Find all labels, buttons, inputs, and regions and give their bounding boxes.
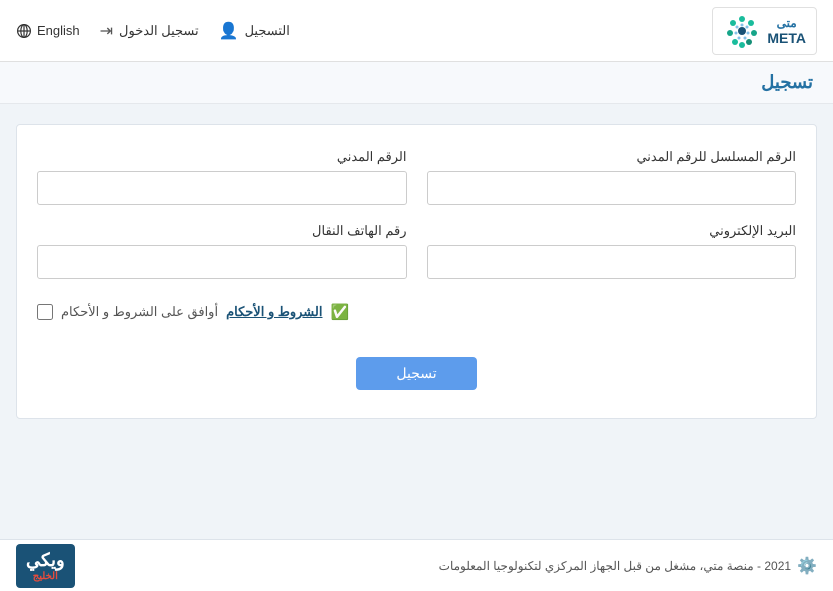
globe-icon xyxy=(16,23,32,39)
wiki-sub: الخليج xyxy=(33,571,58,582)
header: English تسجيل الدخول ⇥ التسجيل 👤 xyxy=(0,0,833,62)
civil-id-serial-input[interactable] xyxy=(427,171,797,205)
email-input[interactable] xyxy=(427,245,797,279)
page-title: تسجيل xyxy=(761,72,813,92)
copyright-text: 2021 - منصة متي، مشغل من قبل الجهاز المر… xyxy=(439,559,791,573)
footer: ويكي الخليج ⚙️ 2021 - منصة متي، مشغل من … xyxy=(0,539,833,591)
civil-id-group: الرقم المدني xyxy=(37,149,407,205)
submit-button[interactable]: تسجيل xyxy=(356,357,476,390)
checkmark-icon: ✅ xyxy=(330,303,349,321)
page-title-bar: تسجيل xyxy=(0,62,833,104)
footer-copyright: ⚙️ 2021 - منصة متي، مشغل من قبل الجهاز ا… xyxy=(439,556,817,576)
terms-checkbox[interactable] xyxy=(37,304,53,320)
meta-logo-dots xyxy=(723,12,761,50)
spacer xyxy=(0,439,833,539)
wiki-label: ويكي xyxy=(26,550,65,571)
email-group: البريد الإلكتروني xyxy=(427,223,797,279)
form-row-2: البريد الإلكتروني رقم الهاتف النقال xyxy=(37,223,796,279)
submit-row: تسجيل xyxy=(37,347,796,394)
user-plus-icon: 👤 xyxy=(219,21,239,41)
wiki-logo-box: ويكي الخليج xyxy=(16,544,75,588)
footer-logo: ويكي الخليج xyxy=(16,544,75,588)
login-icon: ⇥ xyxy=(100,21,113,41)
logo-meta: META xyxy=(767,30,806,46)
lang-label: English xyxy=(37,23,80,38)
terms-row: ✅ الشروط و الأحكام أوافق على الشروط و ال… xyxy=(37,297,796,327)
registration-form-card: الرقم المسلسل للرقم المدني الرقم المدني … xyxy=(16,124,817,419)
logo-arabic: متى xyxy=(777,16,797,30)
logo-area: متى META xyxy=(712,7,817,55)
login-label: تسجيل الدخول xyxy=(119,23,199,39)
gear-icon: ⚙️ xyxy=(797,556,817,576)
logo-box: متى META xyxy=(712,7,817,55)
terms-text: أوافق على الشروط و الأحكام xyxy=(61,304,218,320)
civil-id-label: الرقم المدني xyxy=(37,149,407,165)
language-button[interactable]: English xyxy=(16,23,80,39)
civil-id-serial-group: الرقم المسلسل للرقم المدني xyxy=(427,149,797,205)
main-content: الرقم المسلسل للرقم المدني الرقم المدني … xyxy=(0,104,833,439)
civil-id-input[interactable] xyxy=(37,171,407,205)
login-link[interactable]: تسجيل الدخول ⇥ xyxy=(100,21,199,41)
form-row-1: الرقم المسلسل للرقم المدني الرقم المدني xyxy=(37,149,796,205)
phone-group: رقم الهاتف النقال xyxy=(37,223,407,279)
phone-label: رقم الهاتف النقال xyxy=(37,223,407,239)
terms-link[interactable]: الشروط و الأحكام xyxy=(226,304,322,320)
civil-id-serial-label: الرقم المسلسل للرقم المدني xyxy=(427,149,797,165)
email-label: البريد الإلكتروني xyxy=(427,223,797,239)
header-nav: English تسجيل الدخول ⇥ التسجيل 👤 xyxy=(16,21,290,41)
register-link[interactable]: التسجيل 👤 xyxy=(219,21,290,41)
register-label: التسجيل xyxy=(245,23,290,39)
phone-input[interactable] xyxy=(37,245,407,279)
